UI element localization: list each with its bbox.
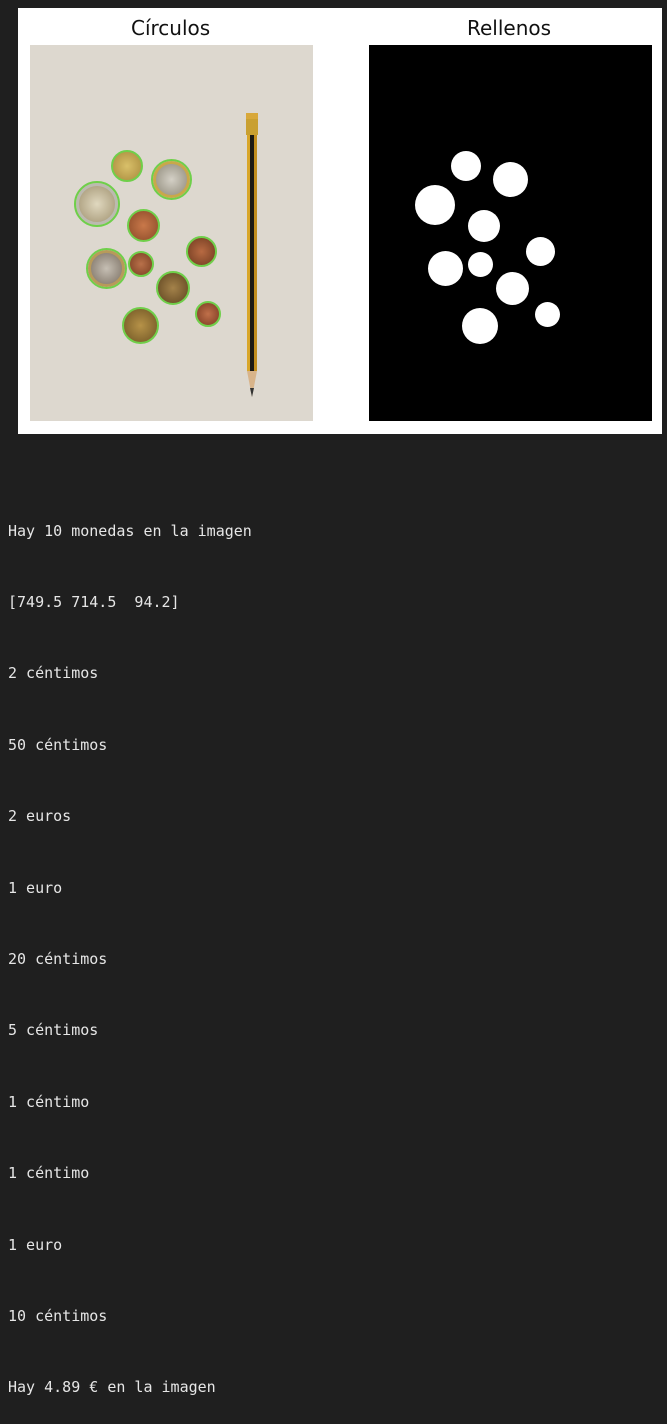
output-line: Hay 4.89 € en la imagen [8, 1378, 216, 1397]
filled-circle [493, 162, 528, 197]
coin [74, 181, 120, 227]
output-line: 2 céntimos [8, 664, 99, 683]
output-line: 10 céntimos [8, 1306, 108, 1325]
output-line: 5 céntimos [8, 1021, 99, 1040]
filled-circle [462, 308, 498, 344]
output-line: 50 céntimos [8, 735, 108, 754]
coin [86, 248, 127, 289]
coin [195, 301, 221, 327]
filled-circle [526, 237, 555, 266]
figure-output: Círculos Rellenos [18, 8, 662, 434]
output-line: 1 céntimo [8, 1092, 90, 1111]
output-line: 1 euro [8, 1235, 63, 1254]
filled-circle [535, 302, 560, 327]
coin [111, 150, 143, 182]
coin [186, 236, 217, 267]
coin [128, 251, 154, 277]
right-panel-title: Rellenos [467, 16, 552, 40]
filled-circle [468, 210, 500, 242]
output-line: 1 euro [8, 878, 63, 897]
filled-circle [496, 272, 529, 305]
output-line: [749.5 714.5 94.2] [8, 592, 180, 611]
filled-circle [415, 185, 455, 225]
coin [127, 209, 160, 242]
output-line: Hay 10 monedas en la imagen [8, 521, 252, 540]
left-panel-title: Círculos [131, 16, 211, 40]
output-line: 20 céntimos [8, 949, 108, 968]
filled-mask-panel [369, 45, 652, 421]
filled-circle [468, 252, 493, 277]
coin [122, 307, 159, 344]
coin [151, 159, 192, 200]
output-line: 1 céntimo [8, 1164, 90, 1183]
coins-photo-panel [30, 45, 313, 421]
pencil-image [246, 113, 258, 397]
filled-circle [451, 151, 481, 181]
output-line: 2 euros [8, 807, 72, 826]
coin [156, 271, 190, 305]
filled-circle [428, 251, 463, 286]
console-output: Hay 10 monedas en la imagen [749.5 714.5… [8, 472, 252, 1424]
